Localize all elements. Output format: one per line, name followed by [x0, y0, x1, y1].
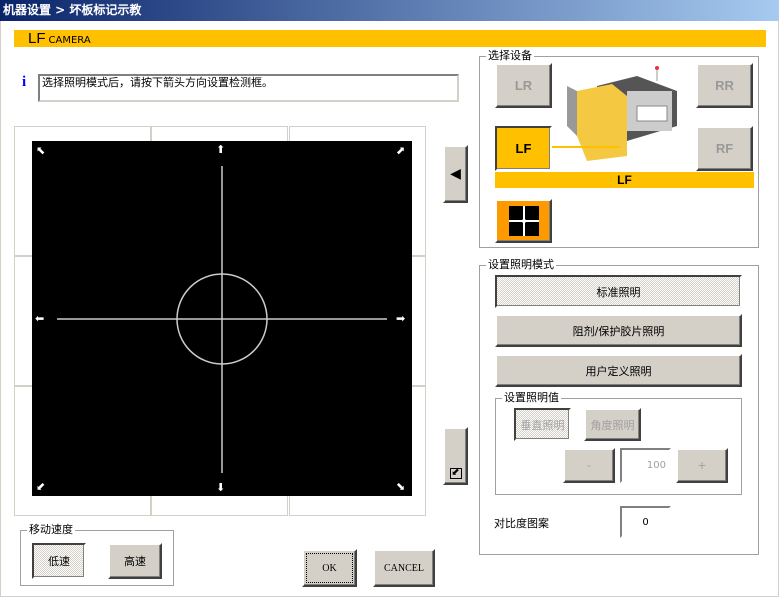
connector-line: [552, 146, 620, 148]
low-speed-button[interactable]: 低速: [32, 543, 86, 579]
lighting-group-legend: 设置照明模式: [486, 258, 556, 272]
camera-view[interactable]: ⬉ ⬆ ⬈ ⬅ ➡ ⬋ ⬇ ⬊: [32, 141, 412, 496]
camera-header: LF CAMERA: [14, 30, 766, 47]
decrease-button[interactable]: -: [563, 448, 615, 483]
ok-button[interactable]: OK: [302, 549, 357, 587]
speed-group-legend: 移动速度: [27, 523, 75, 537]
arrow-down-icon[interactable]: ⬇: [216, 482, 225, 493]
selected-device-label: LF: [495, 172, 754, 188]
resist-film-lighting-button[interactable]: 阻剂/保护胶片照明: [495, 314, 742, 347]
cancel-button[interactable]: CANCEL: [373, 549, 435, 587]
camera-label: CAMERA: [48, 35, 91, 46]
crosshair-view-button[interactable]: [495, 199, 552, 243]
arrow-left-icon[interactable]: ⬅: [35, 313, 44, 324]
window-title: 机器设置 > 坏板标记示教: [0, 0, 779, 21]
angle-lighting-button[interactable]: 角度照明: [584, 408, 641, 441]
collapse-button[interactable]: ◀: [443, 145, 468, 203]
high-speed-button[interactable]: 高速: [108, 543, 162, 579]
device-group-legend: 选择设备: [486, 49, 534, 63]
vertical-lighting-button[interactable]: 垂直照明: [514, 408, 571, 441]
grid-crosshair-icon: [508, 206, 539, 236]
camera-id: LF: [28, 30, 46, 47]
arrow-right-icon[interactable]: ➡: [396, 313, 405, 324]
arrow-down-right-icon[interactable]: ⬊: [396, 481, 405, 492]
contrast-label: 对比度图案: [494, 517, 549, 530]
increase-button[interactable]: +: [676, 448, 728, 483]
arrow-up-right-icon[interactable]: ⬈: [396, 145, 405, 156]
contrast-field[interactable]: 0: [620, 506, 671, 538]
device-lf-button[interactable]: LF: [495, 126, 552, 171]
user-defined-lighting-button[interactable]: 用户定义照明: [495, 354, 742, 387]
resize-button[interactable]: ⬋: [443, 427, 468, 485]
info-icon: i: [22, 74, 27, 90]
device-rr-button[interactable]: RR: [696, 63, 753, 108]
chevron-left-icon: ◀: [450, 166, 461, 182]
crosshair-icon: [57, 166, 387, 473]
arrow-up-icon[interactable]: ⬆: [216, 144, 225, 155]
lighting-value-legend: 设置照明值: [502, 391, 561, 405]
standard-lighting-button[interactable]: 标准照明: [495, 275, 742, 308]
instruction-message: 选择照明模式后，请按下箭头方向设置检测框。: [38, 74, 459, 102]
arrow-up-left-icon[interactable]: ⬉: [36, 145, 45, 156]
lighting-value-field[interactable]: 100: [620, 448, 671, 483]
resize-icon: ⬋: [449, 467, 462, 479]
device-rf-button[interactable]: RF: [696, 126, 753, 171]
device-lr-button[interactable]: LR: [495, 63, 552, 108]
arrow-down-left-icon[interactable]: ⬋: [36, 481, 45, 492]
